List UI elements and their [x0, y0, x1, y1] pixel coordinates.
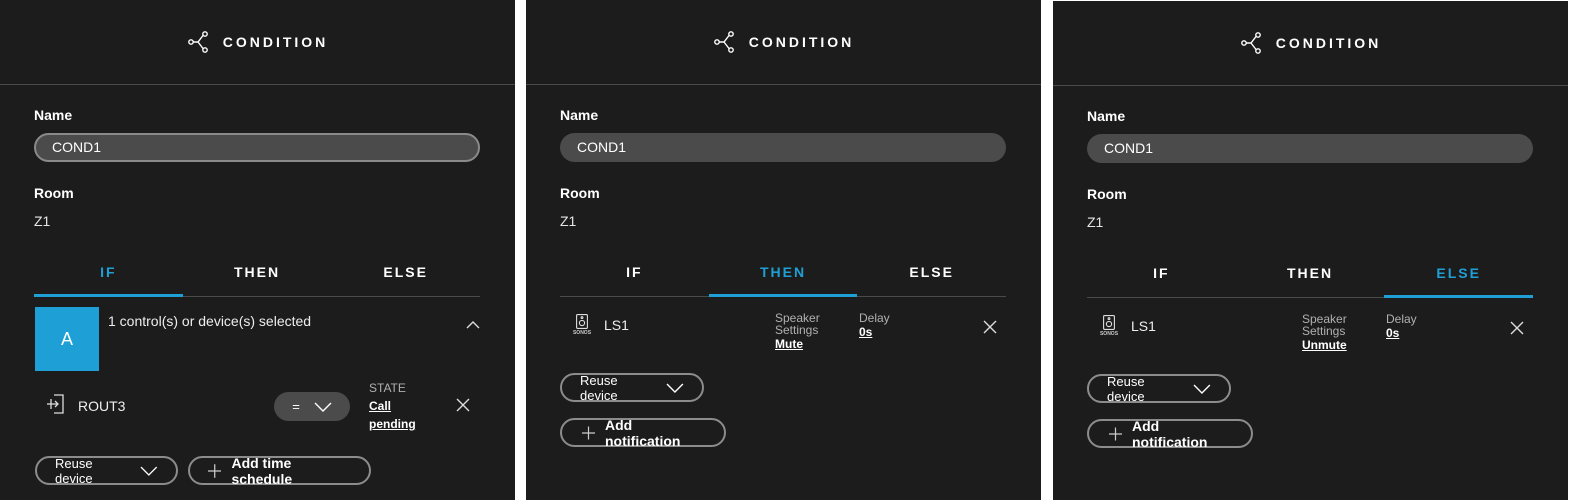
room-label: Room — [34, 185, 74, 201]
panel-header: CONDITION — [526, 0, 1041, 85]
tab-bar: IF THEN ELSE — [1087, 257, 1533, 298]
tab-bar: IF THEN ELSE — [34, 256, 480, 297]
setting-value[interactable]: Mute — [775, 337, 803, 351]
add-notification-label: Add notification — [605, 416, 681, 449]
state-value-line2[interactable]: pending — [369, 417, 416, 431]
chevron-up-icon[interactable] — [466, 320, 480, 330]
setting-value[interactable]: Unmute — [1302, 338, 1347, 352]
add-notification-button[interactable]: Add notification — [560, 416, 726, 449]
condition-branch-icon — [1240, 32, 1261, 54]
device-name: LS1 — [1131, 318, 1156, 334]
plus-icon — [208, 463, 222, 478]
chevron-down-icon — [1193, 384, 1211, 394]
speaker-icon: SONOS — [1097, 315, 1121, 337]
reuse-device-label: Reuse device — [1107, 373, 1145, 404]
room-label: Room — [1087, 186, 1127, 202]
device-brand: SONOS — [1099, 331, 1119, 337]
add-time-schedule-button[interactable]: Add time schedule — [188, 454, 371, 487]
header-title: CONDITION — [748, 34, 855, 50]
reuse-device-label: Reuse device — [580, 372, 618, 403]
setting-label-2: Settings — [775, 323, 819, 337]
condition-branch-icon — [187, 31, 208, 53]
delay-label: Delay — [1386, 312, 1417, 326]
plus-icon — [1109, 427, 1122, 440]
name-input[interactable]: COND1 — [560, 133, 1006, 162]
room-value: Z1 — [1087, 214, 1104, 230]
tab-else[interactable]: ELSE — [857, 256, 1006, 296]
condition-panel-else: CONDITION Name COND1 Room Z1 IF THEN ELS… — [1053, 1, 1568, 500]
tab-else[interactable]: ELSE — [331, 256, 480, 296]
name-label: Name — [560, 107, 599, 123]
tab-if[interactable]: IF — [1087, 257, 1236, 297]
delay-value[interactable]: 0s — [1386, 326, 1399, 340]
plus-icon — [582, 426, 595, 439]
selection-badge[interactable]: A — [35, 307, 99, 371]
tab-else[interactable]: ELSE — [1384, 257, 1533, 298]
name-input[interactable]: COND1 — [1087, 134, 1533, 163]
operator-select[interactable]: = — [274, 392, 350, 421]
input-device-icon — [47, 394, 64, 414]
reuse-device-button[interactable]: Reuse device — [560, 372, 704, 403]
chevron-down-icon — [140, 466, 158, 476]
reuse-device-label: Reuse device — [55, 455, 93, 486]
panel-header: CONDITION — [1053, 1, 1568, 86]
close-icon[interactable] — [1510, 321, 1524, 335]
tab-then[interactable]: THEN — [1236, 257, 1385, 297]
tab-bar: IF THEN ELSE — [560, 256, 1006, 297]
room-label: Room — [560, 185, 600, 201]
device-name: ROUT3 — [78, 398, 126, 414]
reuse-device-button[interactable]: Reuse device — [1087, 373, 1231, 404]
add-notification-button[interactable]: Add notification — [1087, 417, 1253, 450]
close-icon[interactable] — [983, 320, 997, 334]
reuse-device-button[interactable]: Reuse device — [35, 455, 178, 486]
header-title: CONDITION — [1275, 35, 1382, 51]
operator-value: = — [292, 399, 300, 414]
condition-branch-icon — [713, 31, 734, 53]
tab-if[interactable]: IF — [560, 256, 709, 296]
header-title: CONDITION — [222, 34, 329, 50]
condition-panel-then: CONDITION Name COND1 Room Z1 IF THEN ELS… — [526, 0, 1041, 500]
tab-then[interactable]: THEN — [708, 256, 858, 297]
condition-panel-if: CONDITION Name COND1 Room Z1 IF THEN ELS… — [0, 0, 515, 500]
panel-header: CONDITION — [0, 0, 515, 85]
room-value: Z1 — [560, 213, 577, 229]
name-label: Name — [1087, 108, 1126, 124]
close-icon[interactable] — [456, 398, 470, 412]
name-label: Name — [34, 107, 73, 123]
delay-value[interactable]: 0s — [859, 325, 872, 339]
add-time-schedule-label: Add time schedule — [231, 454, 293, 487]
state-label: STATE — [369, 381, 406, 395]
state-value-line1[interactable]: Call — [369, 399, 391, 413]
delay-label: Delay — [859, 311, 890, 325]
chevron-down-icon — [666, 383, 684, 393]
tab-if[interactable]: IF — [34, 256, 183, 297]
setting-label-2: Settings — [1302, 324, 1346, 338]
add-notification-label: Add notification — [1132, 417, 1208, 450]
name-input[interactable]: COND1 — [34, 133, 480, 162]
speaker-icon: SONOS — [570, 314, 594, 336]
tab-then[interactable]: THEN — [183, 256, 332, 296]
chevron-down-icon — [314, 402, 332, 412]
device-brand: SONOS — [572, 330, 592, 336]
room-value: Z1 — [34, 213, 51, 229]
device-name: LS1 — [604, 317, 629, 333]
selection-summary: 1 control(s) or device(s) selected — [108, 313, 312, 329]
